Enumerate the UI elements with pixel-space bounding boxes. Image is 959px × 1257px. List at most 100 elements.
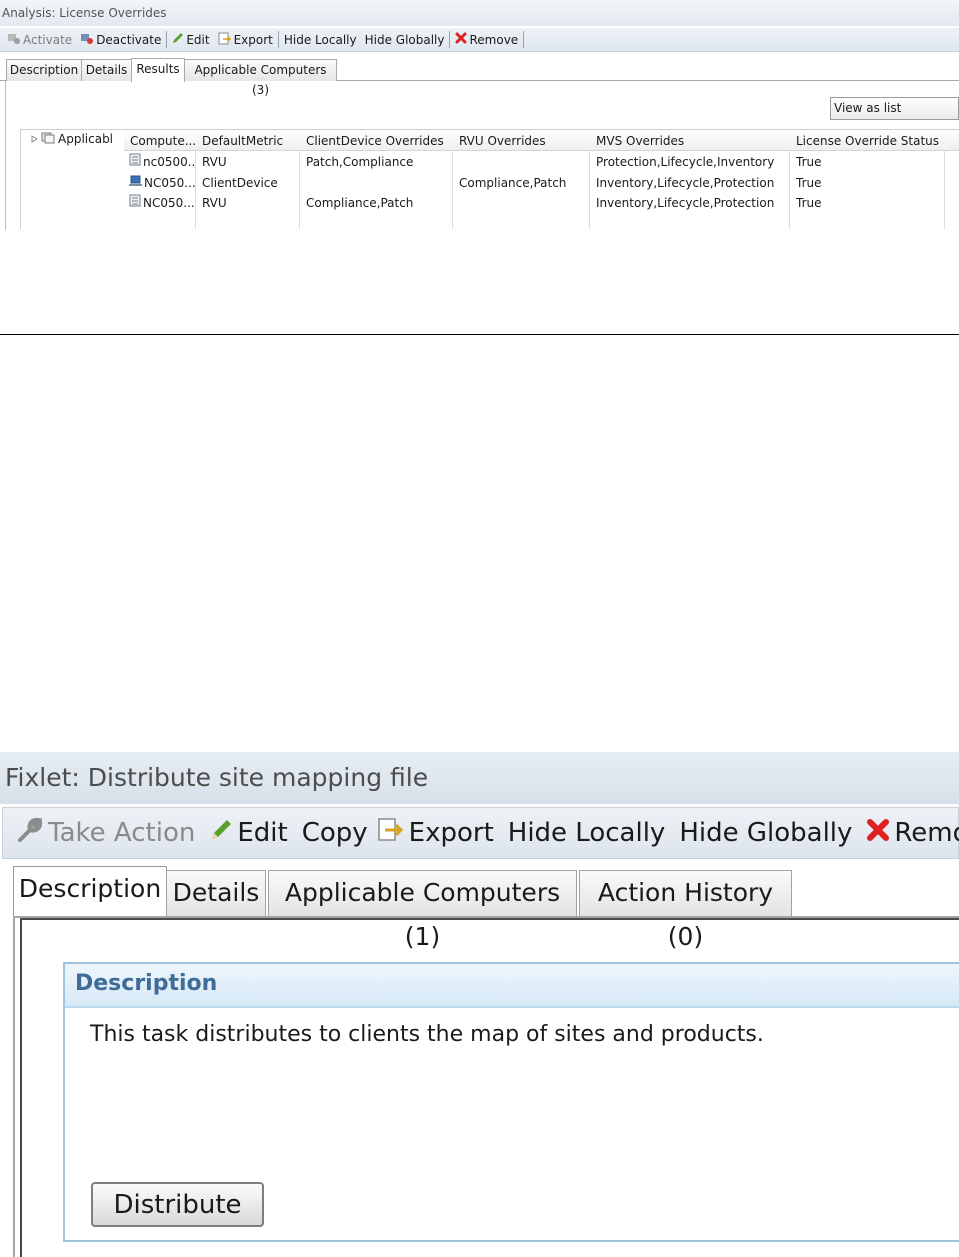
table-cell-mvs-overrides: Inventory,Lifecycle,Protection: [596, 176, 775, 190]
computer-name: nc0500...: [143, 155, 196, 169]
column-header-rvu-overrides[interactable]: RVU Overrides: [453, 129, 590, 151]
tab-action-history[interactable]: Action History (0): [579, 870, 792, 951]
tab-details[interactable]: Details: [166, 870, 266, 916]
tree-node-label: Applicabl: [58, 132, 114, 146]
section-title: Description: [65, 964, 959, 1008]
remove-label: Remove: [469, 32, 519, 47]
activate-button[interactable]: Activate: [3, 30, 76, 50]
hide-globally-label: Hide Globally: [364, 32, 445, 47]
computer-name: NC050...: [143, 196, 195, 210]
toolbar-separator: [166, 31, 168, 48]
hide-globally-button[interactable]: Hide Globally: [361, 30, 449, 50]
view-as-dropdown[interactable]: View as list: [830, 97, 959, 120]
deactivate-label: Deactivate: [96, 32, 162, 47]
fixlet-title: Fixlet: Distribute site mapping file: [0, 752, 959, 804]
export-icon: [218, 32, 232, 48]
table-cell-default-metric: ClientDevice: [202, 176, 278, 190]
activate-icon: [7, 32, 21, 48]
toolbar-separator: [277, 31, 279, 48]
hide-globally-label: Hide Globally: [679, 818, 853, 848]
table-cell-license-override-status: True: [796, 176, 822, 190]
distribute-button[interactable]: Distribute: [91, 1182, 264, 1227]
results-tree: Applicabl: [20, 129, 124, 229]
table-cell-rvu-overrides: Compliance,Patch: [459, 176, 567, 190]
copy-label: Copy: [301, 818, 368, 848]
description-section: Description This task distributes to cli…: [63, 962, 959, 1242]
expand-triangle-icon[interactable]: [31, 132, 38, 146]
fixlet-toolbar: Take Action Edit Copy Export Hide Locall…: [2, 807, 959, 859]
deactivate-icon: [80, 32, 94, 48]
hide-globally-button[interactable]: Hide Globally: [672, 811, 859, 855]
tree-node-applicable[interactable]: Applicabl: [21, 130, 113, 148]
wrench-icon: [16, 816, 44, 851]
remove-label: Remove: [894, 818, 959, 848]
export-icon: [377, 817, 405, 850]
laptop-icon: [129, 173, 142, 193]
deactivate-button[interactable]: Deactivate: [76, 30, 165, 50]
edit-label: Edit: [237, 818, 288, 848]
analysis-tabs: Description Details Results Applicable C…: [0, 58, 959, 97]
table-cell-clientdevice-overrides: Compliance,Patch: [306, 196, 414, 210]
table-cell-license-override-status: True: [796, 155, 822, 169]
computer-name: NC050...: [144, 176, 196, 190]
toolbar-separator: [523, 31, 525, 48]
table-row-cell-computer[interactable]: NC050...: [124, 173, 196, 193]
pencil-icon: [209, 818, 233, 849]
table-cell-default-metric: RVU: [202, 196, 227, 210]
take-action-button[interactable]: Take Action: [9, 811, 202, 855]
toolbar-separator: [449, 31, 451, 48]
tab-results[interactable]: Results: [131, 58, 185, 82]
panel-divider: [0, 334, 959, 335]
hide-locally-label: Hide Locally: [507, 818, 666, 848]
table-cell-mvs-overrides: Inventory,Lifecycle,Protection: [596, 196, 775, 210]
column-header-filler: [945, 129, 959, 151]
tab-description[interactable]: Description: [6, 59, 82, 81]
table-row-cell-computer[interactable]: NC050...: [124, 193, 196, 213]
table-cell-mvs-overrides: Protection,Lifecycle,Inventory: [596, 155, 775, 169]
edit-button[interactable]: Edit: [202, 811, 294, 855]
results-table: Compute... DefaultMetric ClientDevice Ov…: [124, 129, 959, 229]
table-cell-default-metric: RVU: [202, 155, 227, 169]
hide-locally-button[interactable]: Hide Locally: [501, 811, 673, 855]
fixlet-tabs: Description Details Applicable Computers…: [0, 864, 959, 951]
column-header-clientdevice-overrides[interactable]: ClientDevice Overrides: [300, 129, 453, 151]
column-header-default-metric[interactable]: DefaultMetric: [196, 129, 300, 151]
tab-applicable-computers[interactable]: Applicable Computers (1): [268, 870, 577, 951]
analysis-panel: Analysis: License Overrides Activate Dea…: [0, 0, 959, 230]
export-button[interactable]: Export: [214, 30, 277, 50]
tab-applicable-computers[interactable]: Applicable Computers (3): [184, 59, 337, 97]
hide-locally-button[interactable]: Hide Locally: [280, 30, 361, 50]
pencil-icon: [172, 32, 184, 47]
table-cell-rvu-overrides: [453, 193, 590, 213]
export-label: Export: [233, 32, 273, 47]
server-icon: [129, 152, 141, 172]
column-header-license-override-status[interactable]: License Override Status: [790, 129, 945, 151]
export-button[interactable]: Export: [375, 811, 501, 855]
remove-x-icon: [455, 32, 467, 47]
column-header-mvs-overrides[interactable]: MVS Overrides: [590, 129, 790, 151]
remove-x-icon: [866, 818, 890, 849]
remove-button[interactable]: Remove: [451, 30, 522, 50]
table-cell-license-override-status: True: [796, 196, 822, 210]
tab-description[interactable]: Description: [13, 866, 167, 918]
description-text: This task distributes to clients the map…: [90, 1022, 764, 1047]
activate-label: Activate: [23, 32, 73, 47]
table-cell-rvu-overrides: [453, 152, 590, 172]
computer-group-icon: [41, 131, 55, 148]
take-action-label: Take Action: [48, 818, 196, 848]
remove-button[interactable]: Remove: [859, 811, 959, 855]
analysis-toolbar: Activate Deactivate Edit Export Hide Loc…: [0, 28, 959, 52]
table-row-cell-computer[interactable]: nc0500...: [124, 152, 196, 172]
copy-button[interactable]: Copy: [295, 811, 375, 855]
hide-locally-label: Hide Locally: [283, 32, 357, 47]
tab-details[interactable]: Details: [81, 59, 132, 81]
edit-label: Edit: [186, 32, 210, 47]
analysis-title: Analysis: License Overrides: [0, 0, 959, 26]
edit-button[interactable]: Edit: [168, 30, 213, 50]
table-cell-clientdevice-overrides: [300, 173, 453, 193]
table-cell-clientdevice-overrides: Patch,Compliance: [306, 155, 414, 169]
column-header-computer[interactable]: Compute...: [124, 129, 196, 151]
fixlet-panel: Fixlet: Distribute site mapping file Tak…: [0, 752, 959, 1257]
server-icon: [129, 193, 141, 213]
export-label: Export: [408, 818, 494, 848]
